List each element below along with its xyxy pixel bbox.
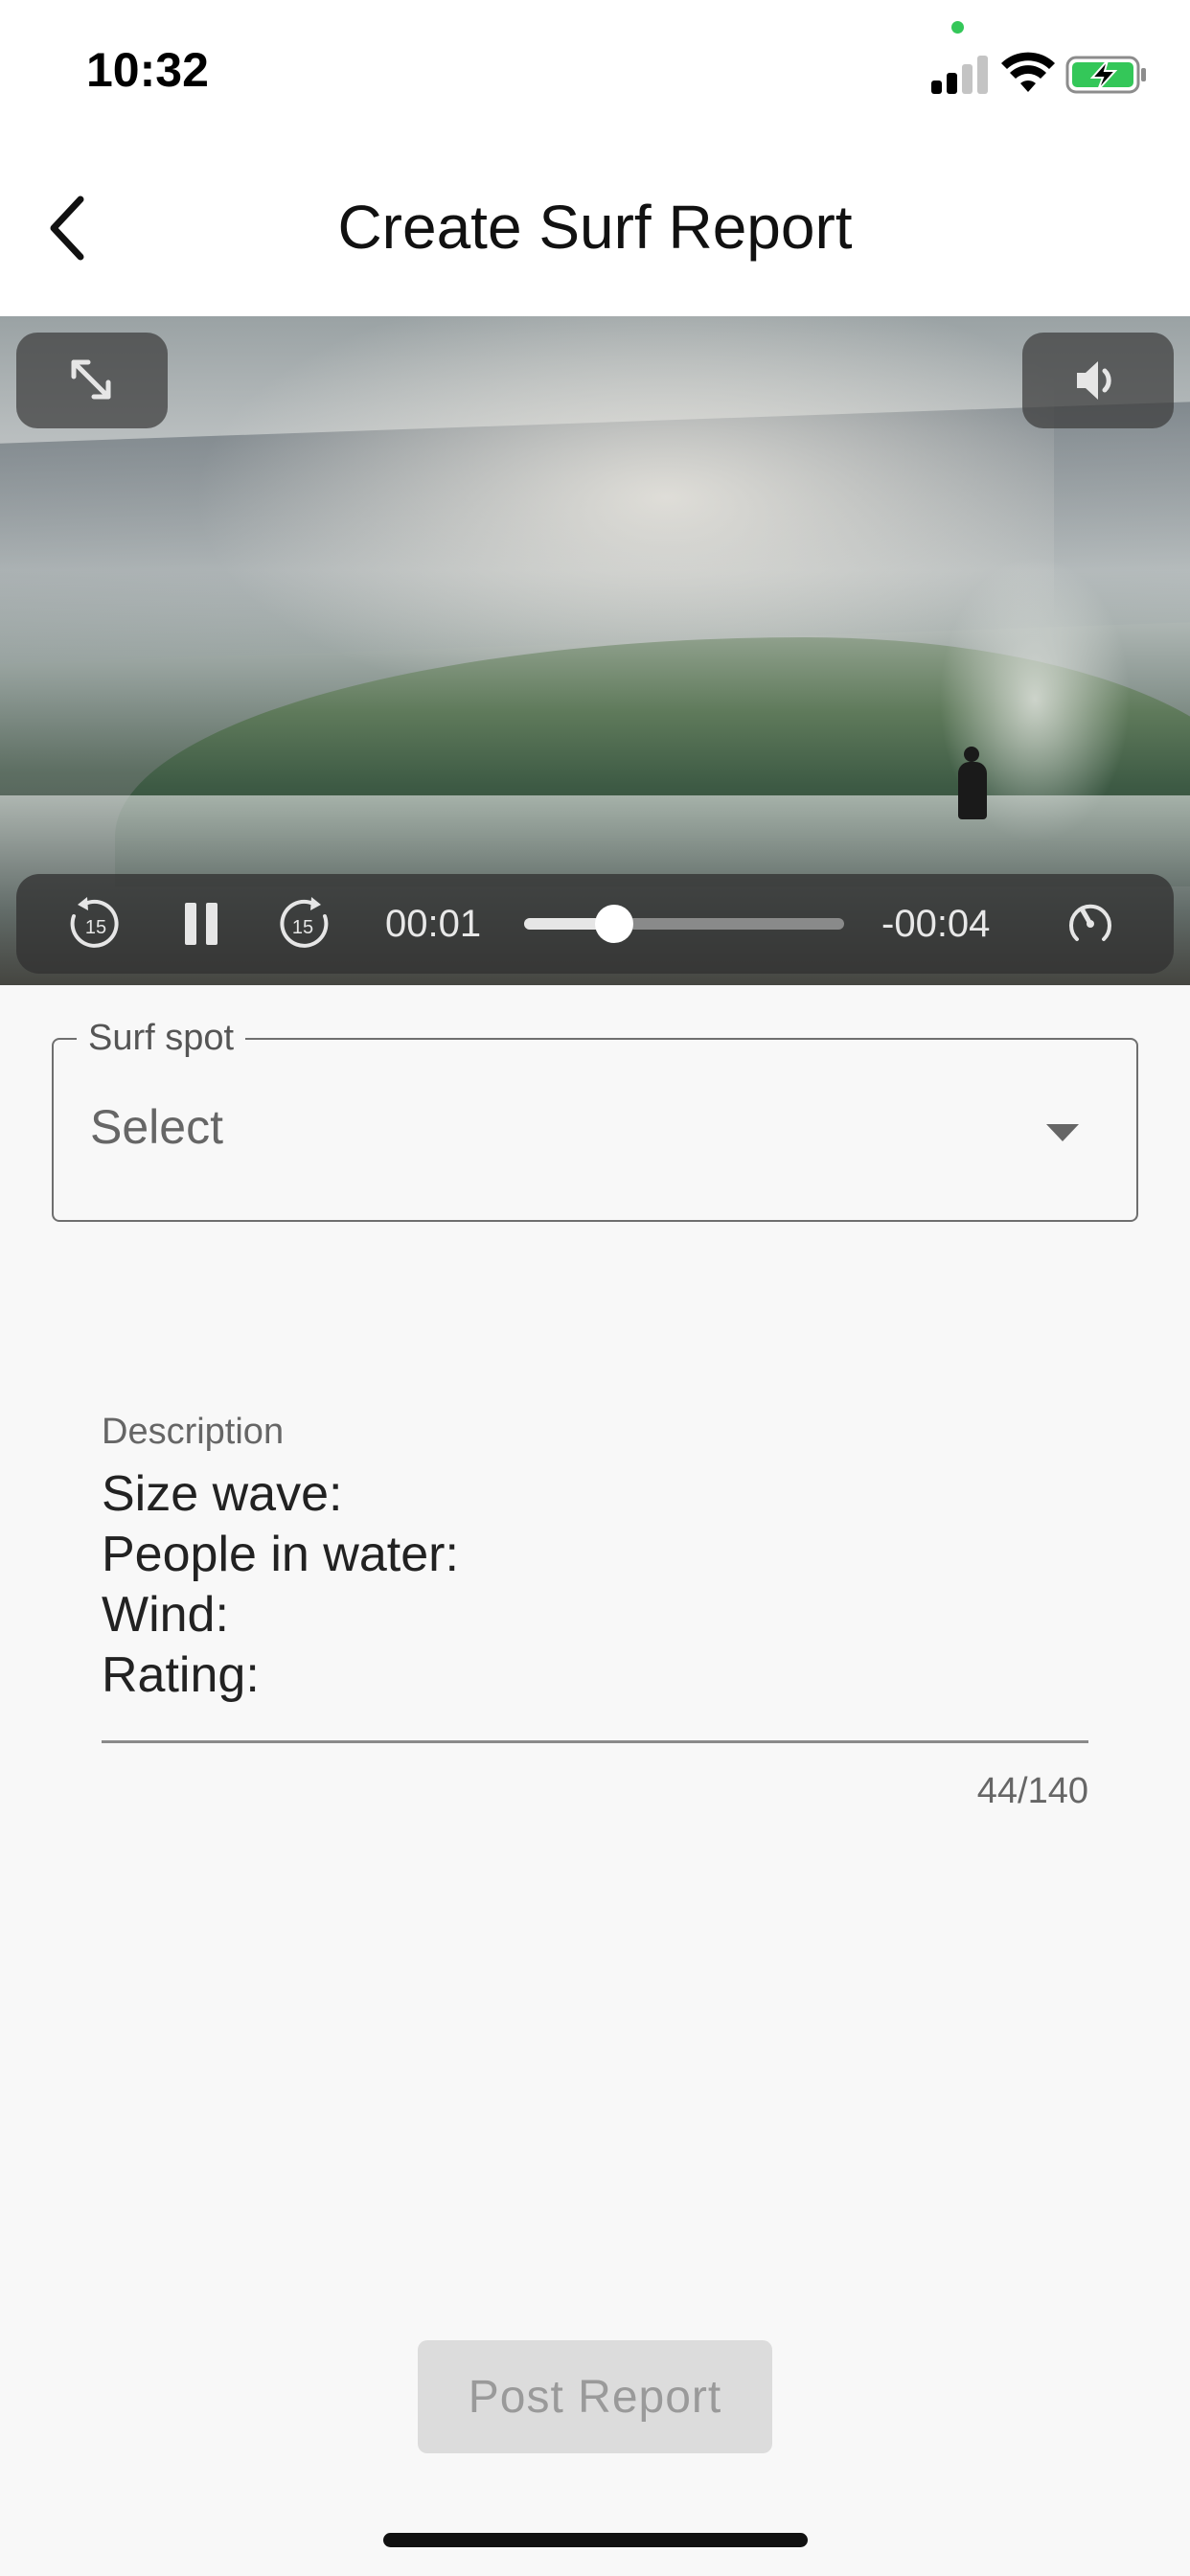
- forward-15-icon: 15: [280, 897, 329, 948]
- description-char-counter: 44/140: [976, 1771, 1088, 1811]
- cellular-signal-icon: [931, 54, 989, 94]
- rewind-15-label: 15: [85, 917, 106, 938]
- privacy-indicator-dot: [951, 21, 964, 34]
- status-time: 10:32: [86, 43, 209, 97]
- description-label: Description: [102, 1412, 285, 1452]
- post-report-button[interactable]: Post Report: [418, 2340, 772, 2453]
- rewind-15-icon: 15: [70, 897, 119, 948]
- forward-15-label: 15: [292, 917, 313, 938]
- rewind-15-button[interactable]: 15: [66, 895, 124, 953]
- battery-charging-icon: [1065, 56, 1146, 94]
- volume-icon: [1077, 361, 1111, 400]
- fullscreen-button[interactable]: [16, 333, 168, 428]
- pause-icon: [185, 903, 217, 945]
- forward-15-button[interactable]: 15: [275, 895, 332, 953]
- description-field[interactable]: Size wave: People in water: Wind: Rating…: [102, 1464, 1088, 1706]
- expand-icon: [71, 359, 111, 400]
- wifi-icon: [1001, 52, 1055, 92]
- surf-spot-value: Select: [90, 1100, 223, 1154]
- volume-button[interactable]: [1022, 333, 1174, 428]
- pause-button[interactable]: [177, 899, 225, 949]
- scrubber-track[interactable]: [524, 905, 844, 943]
- video-player[interactable]: 15 15 00:01 -00:04: [0, 316, 1190, 985]
- scrubber-thumb[interactable]: [594, 905, 633, 943]
- remaining-time: -00:04: [881, 903, 991, 945]
- caret-down-icon: [1046, 1124, 1079, 1141]
- video-controls-bar: 15 15 00:01 -00:04: [16, 874, 1174, 974]
- home-indicator[interactable]: [383, 2533, 808, 2547]
- playback-speed-icon: [1069, 904, 1111, 941]
- surf-spot-label: Surf spot: [77, 1018, 246, 1059]
- video-frame-surfer: [958, 747, 987, 819]
- description-underline: [102, 1740, 1088, 1743]
- surf-spot-select[interactable]: Select: [52, 1038, 1138, 1222]
- current-time: 00:01: [385, 903, 482, 945]
- playback-speed-button[interactable]: [1064, 897, 1117, 951]
- page-title: Create Surf Report: [337, 193, 853, 262]
- app-header: Create Surf Report: [0, 144, 1190, 316]
- status-bar: 10:32: [0, 0, 1190, 144]
